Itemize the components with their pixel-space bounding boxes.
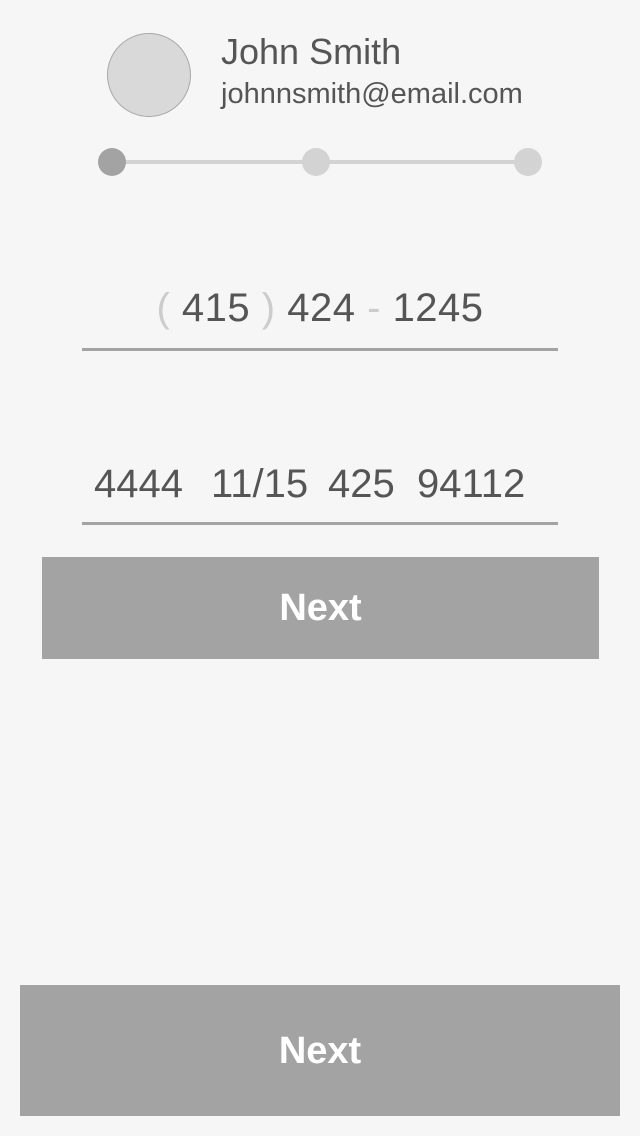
credit-card-field[interactable]: 4444 11/15 425 94112 — [82, 458, 558, 525]
card-expiry[interactable]: 11/15 — [211, 458, 308, 510]
user-email: johnnsmith@email.com — [221, 78, 523, 110]
card-zip[interactable]: 94112 — [417, 458, 525, 510]
payment-screen: John Smith johnnsmith@email.com ( 415 ) … — [0, 0, 640, 1136]
progress-step-1 — [98, 148, 126, 176]
progress-step-2 — [302, 148, 330, 176]
phone-open-paren: ( — [156, 286, 171, 330]
phone-number-field[interactable]: ( 415 ) 424 - 1245 — [82, 282, 558, 351]
avatar — [107, 33, 191, 117]
phone-area-code: 415 — [181, 286, 251, 330]
card-number[interactable]: 4444 — [94, 458, 183, 510]
phone-dash: - — [367, 286, 381, 330]
phone-close-paren: ) — [261, 286, 276, 330]
progress-step-3 — [514, 148, 542, 176]
phone-line-number: 1245 — [392, 286, 484, 330]
phone-prefix: 424 — [287, 286, 356, 330]
next-button[interactable]: Next — [42, 557, 599, 659]
user-name: John Smith — [221, 31, 402, 72]
card-cvv[interactable]: 425 — [328, 458, 395, 510]
next-bottom-button[interactable]: Next — [20, 985, 620, 1116]
